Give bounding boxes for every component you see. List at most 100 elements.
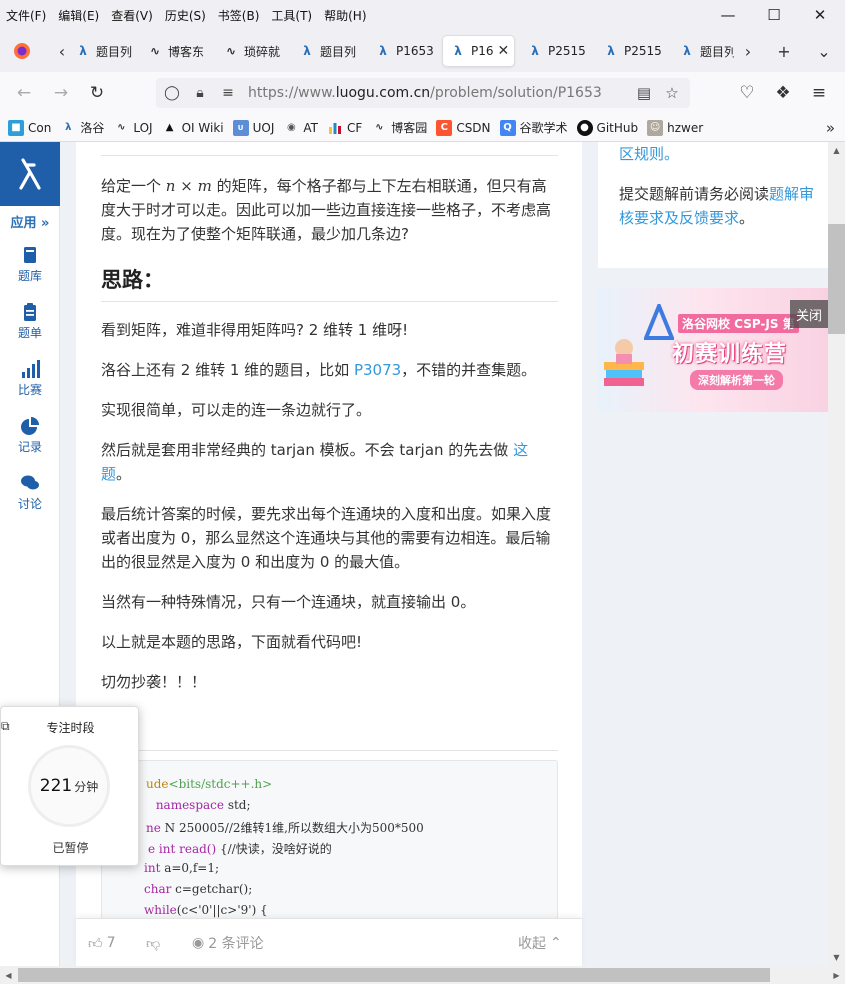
apps-menu[interactable]: 应用 »: [0, 212, 60, 231]
bookmark-csdn[interactable]: C CSDN: [436, 119, 491, 136]
close-tab-icon[interactable]: ✕: [498, 43, 510, 59]
tab-7[interactable]: λ P2515: [520, 36, 594, 66]
bookmark-loj[interactable]: ∿ LOJ: [113, 120, 152, 136]
menu-view[interactable]: 查看(V): [105, 7, 159, 24]
scholar-icon: Q: [499, 119, 516, 136]
cnblogs-icon: ∿: [149, 44, 161, 58]
forward-icon[interactable]: →: [46, 78, 76, 108]
ad-banner[interactable]: 洛谷网校 CSP-JS 第 初赛训练营 深刻解析第一轮 关闭: [598, 288, 828, 412]
tab-8[interactable]: λ P2515: [596, 36, 670, 66]
bookmark-con[interactable]: ■ Con: [8, 119, 51, 136]
vertical-scroll-thumb[interactable]: [828, 224, 845, 334]
address-bar[interactable]: ◯ 🔒︎ ≡ https://www.luogu.com.cn/problem/…: [156, 78, 690, 108]
tab-9[interactable]: λ 题目列: [672, 36, 734, 66]
sidebar-item-records[interactable]: 记录: [0, 417, 60, 455]
code-block[interactable]: ude<bits/stdc++.h> namespace std; ne N 2…: [101, 760, 558, 920]
comments-button[interactable]: ◉ 2 条评论: [192, 919, 264, 966]
solution-footer-bar: 👍︎ 7 👎︎ ◉ 2 条评论 收起 ⌃: [76, 918, 582, 966]
dislike-button[interactable]: 👎︎: [146, 919, 164, 966]
focus-minutes-value: 221: [39, 776, 73, 796]
bookmark-cnblogs[interactable]: ∿ 博客园: [371, 119, 427, 136]
extensions-icon[interactable]: ❖: [768, 78, 798, 108]
tab-3[interactable]: ∿ 琐碎就: [216, 36, 290, 66]
community-rules-link[interactable]: 区规则。: [619, 145, 679, 163]
sidebar-item-problems[interactable]: 题库: [0, 246, 60, 284]
list-tabs-icon[interactable]: ⌄: [810, 36, 838, 66]
menu-edit[interactable]: 编辑(E): [52, 7, 105, 24]
books-illustration: [604, 339, 644, 386]
scroll-down-arrow-icon[interactable]: ▼: [828, 949, 845, 966]
tab-active[interactable]: λ P16 ✕: [443, 36, 514, 66]
tab-1[interactable]: λ 题目列: [68, 36, 138, 66]
cnblogs-icon: ∿: [225, 44, 237, 58]
graduation-cap-icon: ▲: [165, 122, 174, 133]
codeforces-icon: [327, 120, 343, 136]
focus-timer-ring: 221 分钟: [28, 745, 110, 827]
rules-card: 区规则。 提交题解前请务必阅读题解审核要求及反馈要求。: [598, 142, 828, 268]
ad-close-button[interactable]: 关闭: [790, 300, 828, 328]
menu-bookmarks[interactable]: 书签(B): [212, 7, 266, 24]
luogu-icon: λ: [683, 44, 691, 58]
new-tab-icon[interactable]: +: [770, 36, 798, 66]
maximize-button[interactable]: ☐: [751, 0, 797, 30]
bookmark-github[interactable]: ● GitHub: [576, 119, 638, 136]
shield-icon[interactable]: ◯: [160, 85, 184, 101]
back-icon[interactable]: ←: [9, 78, 39, 108]
focus-session-widget[interactable]: ⧉ 专注时段 221 分钟 已暂停: [0, 706, 139, 866]
bookmark-scholar[interactable]: Q 谷歌学术: [499, 119, 568, 136]
sidebar-item-discuss[interactable]: 讨论: [0, 474, 60, 512]
close-window-button[interactable]: ✕: [797, 0, 843, 30]
lock-icon[interactable]: 🔒︎: [188, 85, 212, 101]
chevron-up-icon: ⌃: [550, 935, 562, 951]
luogu-icon: λ: [607, 44, 615, 58]
divider: [101, 301, 558, 302]
firefox-view-icon[interactable]: [8, 36, 36, 66]
horizontal-scroll-thumb[interactable]: [18, 968, 770, 982]
minimize-button[interactable]: —: [705, 0, 751, 30]
tab-4[interactable]: λ 题目列: [292, 36, 366, 66]
menu-help[interactable]: 帮助(H): [318, 7, 372, 24]
loj-icon: ∿: [117, 122, 126, 133]
luogu-logo[interactable]: [0, 142, 60, 206]
focus-title: 专注时段: [46, 721, 95, 735]
focus-status: 已暂停: [52, 841, 89, 855]
bookmark-atcoder[interactable]: ◉ AT: [283, 120, 318, 136]
scroll-right-arrow-icon[interactable]: ▶: [828, 966, 845, 984]
tab-2[interactable]: ∿ 博客东: [140, 36, 214, 66]
scroll-left-arrow-icon[interactable]: ◀: [0, 966, 17, 984]
reload-icon[interactable]: ↻: [82, 78, 112, 108]
bookmark-hzwer[interactable]: ☺ hzwer: [647, 119, 703, 136]
menu-history[interactable]: 历史(S): [159, 7, 212, 24]
scroll-up-arrow-icon[interactable]: ▲: [828, 142, 845, 159]
avatar-icon: ☺: [647, 119, 664, 136]
menu-tools[interactable]: 工具(T): [265, 7, 318, 24]
tab-scroll-right-icon[interactable]: ›: [734, 36, 762, 66]
bookmark-uoj[interactable]: U UOJ: [232, 119, 274, 136]
comments-icon: [21, 475, 39, 490]
more-bookmarks-icon[interactable]: »: [826, 114, 835, 142]
luogu-icon: λ: [303, 44, 311, 58]
divider: [101, 750, 558, 751]
pocket-icon[interactable]: ♡: [732, 78, 762, 108]
sidebar-item-contests[interactable]: 比赛: [0, 360, 60, 398]
like-button[interactable]: 👍︎ 7: [88, 919, 116, 966]
bookmark-luogu[interactable]: λ 洛谷: [60, 119, 104, 136]
collapse-button[interactable]: 收起 ⌃: [518, 919, 566, 966]
sidebar-item-problem-lists[interactable]: 题单: [0, 303, 60, 341]
pie-chart-icon: [21, 417, 39, 435]
bookmark-codeforces[interactable]: CF: [327, 120, 362, 136]
menu-file[interactable]: 文件(F): [0, 7, 52, 24]
tab-5[interactable]: λ P1653: [368, 36, 440, 66]
paragraph-7: 以上就是本题的思路，下面就看代码吧!: [101, 633, 363, 651]
link-p3073[interactable]: P3073: [354, 361, 401, 379]
paragraph-8: 切勿抄袭！！！: [101, 673, 207, 691]
permissions-icon[interactable]: ≡: [216, 85, 240, 101]
thumbs-up-icon: 👍︎: [88, 935, 103, 952]
vertical-scrollbar[interactable]: ▲ ▼: [828, 142, 845, 966]
reader-view-icon[interactable]: ▤: [630, 78, 658, 108]
horizontal-scrollbar[interactable]: ◀ ▶: [0, 966, 845, 984]
app-menu-icon[interactable]: ≡: [804, 78, 834, 108]
bookmark-oi-wiki[interactable]: ▲ OI Wiki: [162, 120, 224, 136]
bookmark-star-icon[interactable]: ☆: [658, 78, 686, 108]
code-line: ude<bits/stdc++.h>: [146, 777, 273, 791]
